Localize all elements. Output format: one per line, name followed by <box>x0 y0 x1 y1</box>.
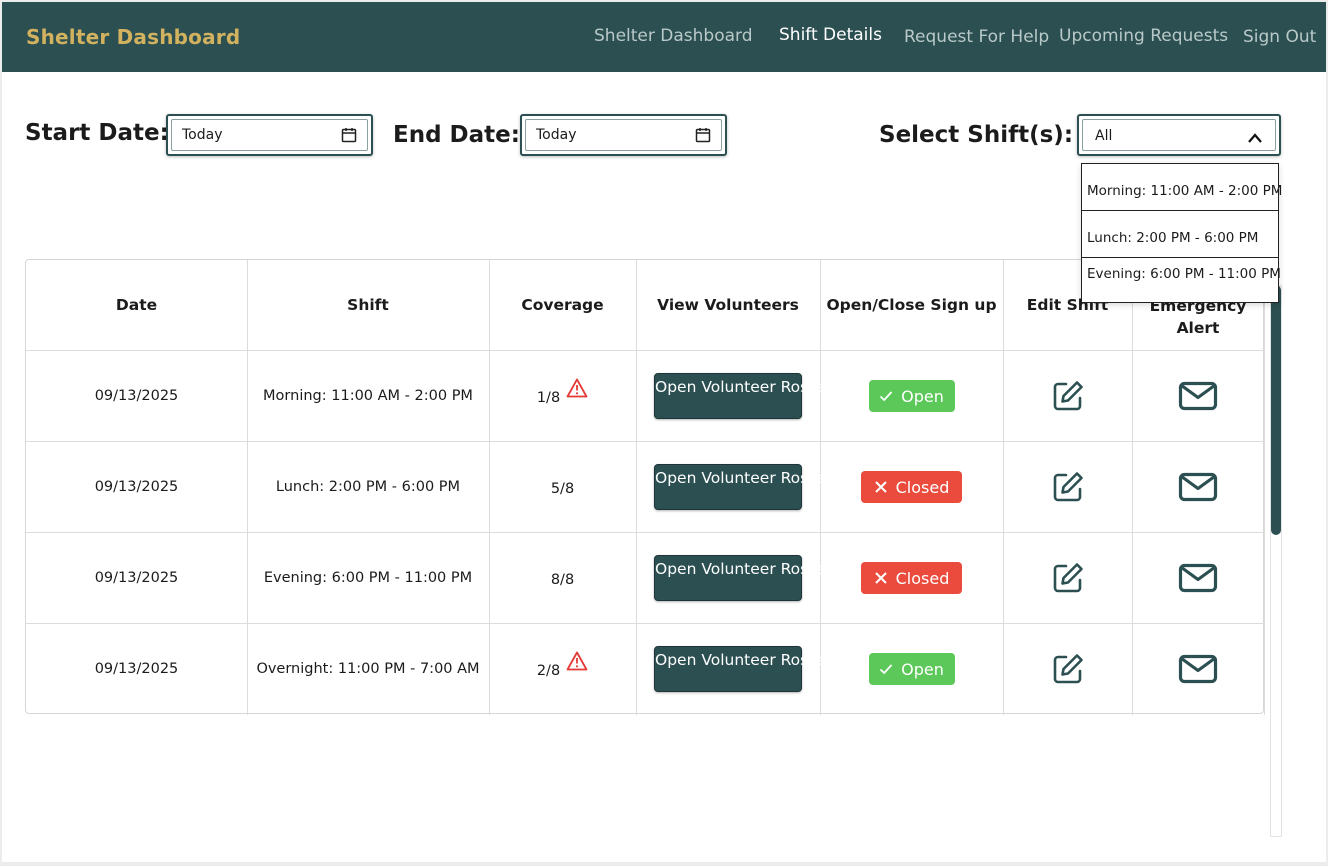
start-date-value: Today <box>182 127 223 143</box>
open-volunteer-roster-button[interactable]: Open Volunteer Roster <box>654 464 830 510</box>
signup-status-cell: Open <box>820 624 1003 714</box>
header-open-close-signup: Open/Close Sign up <box>826 296 997 314</box>
edit-shift-cell <box>1003 351 1132 441</box>
calendar-icon[interactable] <box>695 127 711 147</box>
edit-icon[interactable] <box>1051 470 1085 504</box>
open-volunteer-roster-button[interactable]: Open Volunteer Roster <box>654 555 830 601</box>
calendar-icon[interactable] <box>341 127 357 147</box>
select-shift-label: Select Shift(s): <box>879 122 1074 148</box>
emergency-alert-cell <box>1132 533 1264 623</box>
coverage-cell: 8/8 <box>489 533 636 623</box>
date-cell: 09/13/2025 <box>26 533 247 623</box>
x-icon <box>874 480 888 494</box>
chevron-up-icon <box>1247 129 1263 148</box>
signup-status-cell: Closed <box>820 442 1003 532</box>
date-text: 09/13/2025 <box>94 479 179 495</box>
coverage-text: 1/8 <box>536 390 561 406</box>
mail-icon[interactable] <box>1178 654 1218 684</box>
signup-status-text: Closed <box>895 477 950 497</box>
signup-status-badge[interactable]: Open <box>868 653 955 685</box>
roster-cell: Open Volunteer Roster <box>636 351 830 441</box>
nav-link-upcoming-requests[interactable]: Upcoming Requests <box>1059 26 1228 46</box>
coverage-cell: 2/8 <box>489 624 636 714</box>
header-date: Date <box>115 296 158 314</box>
date-cell: 09/13/2025 <box>26 442 247 532</box>
end-date-label: End Date: <box>393 122 520 148</box>
roster-cell: Open Volunteer Roster <box>636 533 830 623</box>
nav-link-request-for-help[interactable]: Request For Help <box>904 27 1049 47</box>
edit-shift-cell <box>1003 533 1132 623</box>
signup-status-cell: Open <box>820 351 1003 441</box>
coverage-cell: 1/8 <box>489 351 636 441</box>
signup-status-badge[interactable]: Open <box>868 380 955 412</box>
shift-text: Evening: 6:00 PM - 11:00 PM <box>263 570 473 586</box>
start-date-input[interactable]: Today <box>166 114 373 156</box>
shifts-table: Date Shift Coverage View Volunteers Open… <box>25 259 1265 715</box>
signup-status-cell: Closed <box>820 533 1003 623</box>
open-volunteer-roster-button[interactable]: Open Volunteer Roster <box>654 646 830 692</box>
scrollbar-thumb[interactable] <box>1271 285 1281 535</box>
header-coverage: Coverage <box>521 296 604 314</box>
shift-cell: Evening: 6:00 PM - 11:00 PM <box>247 533 489 623</box>
open-volunteer-roster-button[interactable]: Open Volunteer Roster <box>654 373 830 419</box>
x-icon <box>874 571 888 585</box>
shift-dropdown-menu: Morning: 11:00 AM - 2:00 PM Lunch: 2:00 … <box>1081 163 1282 303</box>
signup-status-badge[interactable]: Closed <box>861 471 962 503</box>
shift-text: Morning: 11:00 AM - 2:00 PM <box>263 388 473 404</box>
shift-option-evening[interactable]: Evening: 6:00 PM - 11:00 PM <box>1082 258 1281 302</box>
mail-icon[interactable] <box>1178 381 1218 411</box>
warning-triangle-icon <box>566 651 588 671</box>
shift-cell: Lunch: 2:00 PM - 6:00 PM <box>247 442 489 532</box>
nav-link-sign-out[interactable]: Sign Out <box>1243 27 1316 47</box>
emergency-alert-cell <box>1132 351 1264 441</box>
check-icon <box>879 663 893 675</box>
date-text: 09/13/2025 <box>94 570 179 586</box>
header-shift: Shift <box>347 296 389 314</box>
roster-cell: Open Volunteer Roster <box>636 624 830 714</box>
check-icon <box>879 390 893 402</box>
signup-status-badge[interactable]: Closed <box>861 562 962 594</box>
nav-link-shift-details[interactable]: Shift Details <box>779 25 882 45</box>
emergency-alert-cell <box>1132 624 1264 714</box>
top-navbar: Shelter Dashboard Shelter Dashboard Shif… <box>2 2 1326 72</box>
shift-option-lunch[interactable]: Lunch: 2:00 PM - 6:00 PM <box>1082 211 1278 258</box>
edit-icon[interactable] <box>1051 652 1085 686</box>
start-date-label: Start Date: <box>25 120 169 146</box>
mail-icon[interactable] <box>1178 472 1218 502</box>
mail-icon[interactable] <box>1178 563 1218 593</box>
coverage-cell: 5/8 <box>489 442 636 532</box>
shift-cell: Overnight: 11:00 PM - 7:00 AM <box>247 624 489 714</box>
shift-select[interactable]: All <box>1077 114 1281 156</box>
date-cell: 09/13/2025 <box>26 351 247 441</box>
shift-cell: Morning: 11:00 AM - 2:00 PM <box>247 351 489 441</box>
edit-shift-cell <box>1003 624 1132 714</box>
header-view-volunteers: View Volunteers <box>657 296 799 314</box>
shift-option-morning[interactable]: Morning: 11:00 AM - 2:00 PM <box>1082 164 1282 211</box>
signup-status-text: Open <box>901 659 944 679</box>
nav-link-shelter-dashboard[interactable]: Shelter Dashboard <box>594 26 753 46</box>
roster-cell: Open Volunteer Roster <box>636 442 830 532</box>
app-frame: Shelter Dashboard Shelter Dashboard Shif… <box>2 2 1326 862</box>
date-cell: 09/13/2025 <box>26 624 247 714</box>
edit-shift-cell <box>1003 442 1132 532</box>
signup-status-text: Open <box>901 386 944 406</box>
edit-icon[interactable] <box>1051 561 1085 595</box>
end-date-value: Today <box>536 127 577 143</box>
end-date-input[interactable]: Today <box>520 114 727 156</box>
edit-icon[interactable] <box>1051 379 1085 413</box>
coverage-text: 8/8 <box>550 572 575 588</box>
signup-status-text: Closed <box>895 568 950 588</box>
date-text: 09/13/2025 <box>94 388 179 404</box>
shift-select-value: All <box>1095 128 1113 144</box>
shift-text: Lunch: 2:00 PM - 6:00 PM <box>275 479 461 495</box>
date-text: 09/13/2025 <box>94 661 179 677</box>
warning-triangle-icon <box>566 378 588 398</box>
coverage-text: 5/8 <box>550 481 575 497</box>
shift-text: Overnight: 11:00 PM - 7:00 AM <box>256 661 480 677</box>
emergency-alert-cell <box>1132 442 1264 532</box>
brand-logo-text[interactable]: Shelter Dashboard <box>26 25 240 49</box>
coverage-text: 2/8 <box>536 663 561 679</box>
